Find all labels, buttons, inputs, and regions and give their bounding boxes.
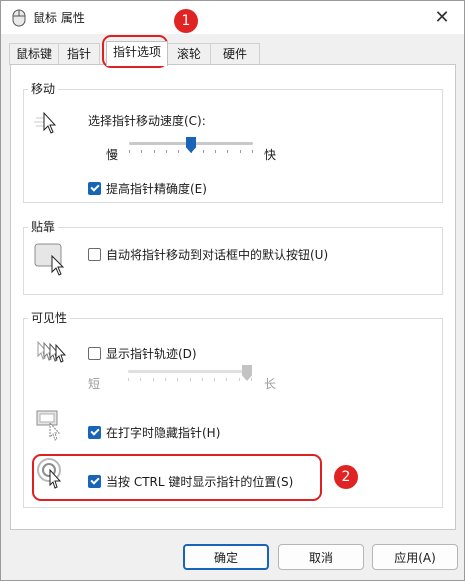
pointer-speed-label: 选择指针移动速度(C): xyxy=(88,114,206,128)
mouse-properties-dialog: 鼠标 属性 ✕ 鼠标键 指针 指针选项 滚轮 硬件 移动 选择指针移动速度(C)… xyxy=(0,0,465,581)
slider-tick xyxy=(226,378,227,381)
apply-button[interactable]: 应用(A) xyxy=(372,544,458,570)
enhance-precision-option[interactable]: 提高指针精确度(E) xyxy=(88,180,207,197)
snap-to-default-checkbox[interactable] xyxy=(88,248,101,261)
title-bar: 鼠标 属性 ✕ xyxy=(1,1,464,34)
slider-tick xyxy=(214,378,215,381)
show-location-ctrl-option[interactable]: 当按 CTRL 键时显示指针的位置(S) xyxy=(88,473,293,490)
slider-tick xyxy=(227,150,228,153)
pointer-trails-icon xyxy=(37,340,67,363)
hide-while-typing-icon xyxy=(36,410,61,441)
slider-tick xyxy=(202,378,203,381)
window-title: 鼠标 属性 xyxy=(33,11,85,25)
slider-tick xyxy=(251,378,252,381)
long-label: 长 xyxy=(264,377,277,391)
slider-tick xyxy=(215,150,216,153)
show-location-ctrl-checkbox[interactable] xyxy=(88,475,101,488)
snap-to-default-option[interactable]: 自动将指针移动到对话框中的默认按钮(U) xyxy=(88,246,328,263)
slider-ticks xyxy=(128,378,252,381)
slider-tick xyxy=(154,150,155,153)
slow-label: 慢 xyxy=(106,148,119,162)
slider-tick xyxy=(240,150,241,153)
slider-tick xyxy=(166,150,167,153)
slider-tick xyxy=(190,378,191,381)
pointer-speed-slider[interactable] xyxy=(129,137,253,157)
short-label: 短 xyxy=(88,377,101,391)
slider-tick xyxy=(140,378,141,381)
enhance-precision-checkbox[interactable] xyxy=(88,182,101,195)
tab-strip: 鼠标键 指针 指针选项 滚轮 硬件 xyxy=(9,41,457,66)
slider-tick xyxy=(165,378,166,381)
ok-button[interactable]: 确定 xyxy=(183,544,269,570)
slider-tick xyxy=(239,378,240,381)
tab-mouse-buttons[interactable]: 鼠标键 xyxy=(9,43,59,65)
slider-track xyxy=(128,370,252,373)
slider-tick xyxy=(203,150,204,153)
tab-hardware[interactable]: 硬件 xyxy=(210,43,260,65)
close-icon: ✕ xyxy=(434,6,450,28)
enhance-precision-label: 提高指针精确度(E) xyxy=(106,182,207,196)
slider-tick xyxy=(177,378,178,381)
slider-tick xyxy=(153,378,154,381)
slider-tick xyxy=(141,150,142,153)
slider-tick xyxy=(178,150,179,153)
pointer-trails-label: 显示指针轨迹(D) xyxy=(106,347,197,361)
pointer-trails-checkbox[interactable] xyxy=(88,347,101,360)
trail-length-slider[interactable] xyxy=(128,365,252,385)
annotation-marker-2: 2 xyxy=(334,465,358,489)
slider-tick xyxy=(128,378,129,381)
annotation-marker-1: 1 xyxy=(174,9,198,33)
pointer-options-panel: 移动 选择指针移动速度(C): 慢 快 提高指针精确度(E) 贴靠 自动将指针移… xyxy=(10,64,456,530)
tab-pointers[interactable]: 指针 xyxy=(58,43,100,65)
pointer-trails-option[interactable]: 显示指针轨迹(D) xyxy=(88,345,197,362)
slider-tick xyxy=(129,150,130,153)
mouse-icon xyxy=(12,9,26,27)
fast-label: 快 xyxy=(264,148,277,162)
tab-pointer-options[interactable]: 指针选项 xyxy=(106,41,168,66)
slider-tick xyxy=(252,150,253,153)
visibility-group: 可见性 显示指针轨迹(D) 短 长 在打字时隐藏指针(H) 当按 CTRL 键时… xyxy=(23,310,443,508)
pointer-speed-icon xyxy=(34,111,57,134)
motion-group: 移动 选择指针移动速度(C): 慢 快 提高指针精确度(E) xyxy=(23,81,443,203)
hide-while-typing-option[interactable]: 在打字时隐藏指针(H) xyxy=(88,424,220,441)
visibility-group-label: 可见性 xyxy=(28,310,71,326)
hide-while-typing-checkbox[interactable] xyxy=(88,426,101,439)
snap-to-group: 贴靠 自动将指针移动到对话框中的默认按钮(U) xyxy=(23,219,443,295)
motion-group-label: 移动 xyxy=(28,81,59,97)
close-button[interactable]: ✕ xyxy=(426,3,458,31)
ctrl-locate-icon xyxy=(37,458,62,489)
snap-to-default-label: 自动将指针移动到对话框中的默认按钮(U) xyxy=(106,248,329,262)
hide-while-typing-label: 在打字时隐藏指针(H) xyxy=(106,426,221,440)
cancel-button[interactable]: 取消 xyxy=(278,544,364,570)
show-location-ctrl-label: 当按 CTRL 键时显示指针的位置(S) xyxy=(106,475,294,489)
tab-wheel[interactable]: 滚轮 xyxy=(167,43,211,65)
snap-to-group-label: 贴靠 xyxy=(28,219,59,235)
snap-to-button-icon xyxy=(34,243,65,276)
